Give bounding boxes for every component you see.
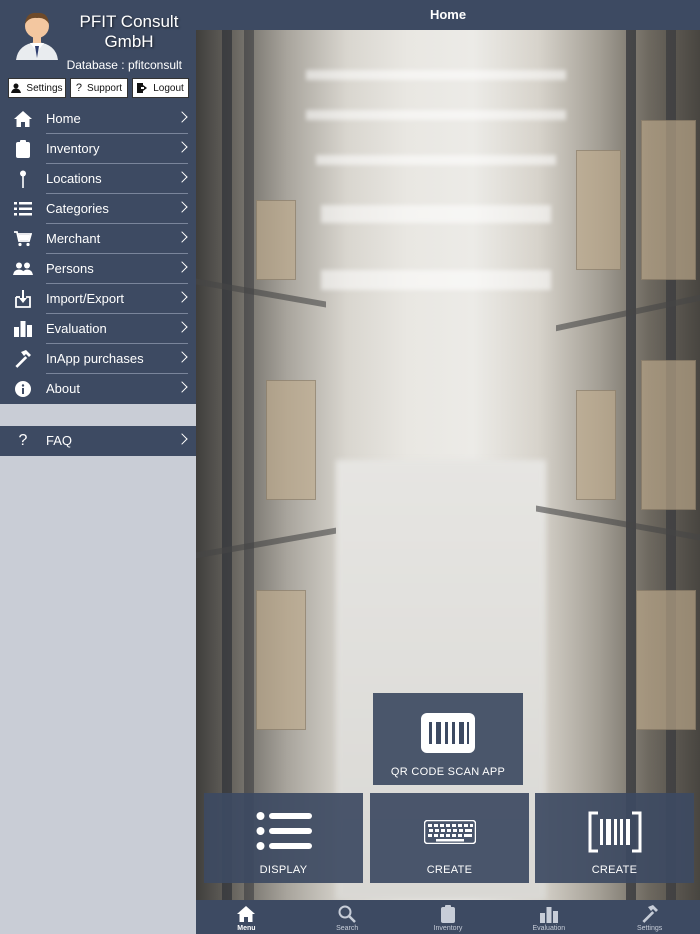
cart-icon bbox=[14, 231, 32, 247]
hammer-icon bbox=[642, 905, 658, 923]
tile-label: DISPLAY bbox=[259, 864, 308, 876]
settings-button[interactable]: Settings bbox=[8, 78, 66, 98]
tab-label: Search bbox=[336, 925, 359, 932]
clipboard-icon bbox=[16, 140, 30, 158]
menu-item-locations[interactable]: Locations bbox=[0, 164, 196, 194]
menu-item-label: Persons bbox=[46, 254, 188, 284]
tab-inventory[interactable]: Inventory bbox=[398, 900, 499, 934]
home-icon bbox=[237, 906, 256, 922]
support-button[interactable]: ? Support bbox=[70, 78, 128, 98]
menu-item-label: Locations bbox=[46, 164, 188, 194]
menu-item-label: Categories bbox=[46, 194, 188, 224]
menu-item-label: InApp purchases bbox=[46, 344, 188, 374]
profile-header: PFIT Consult GmbH Database : pfitconsult… bbox=[0, 0, 196, 104]
menu-item-about[interactable]: About bbox=[0, 374, 196, 404]
support-button-label: Support bbox=[87, 82, 123, 94]
info-icon bbox=[15, 381, 31, 397]
people-icon bbox=[13, 262, 33, 275]
settings-button-label: Settings bbox=[26, 82, 63, 94]
main-menu: Home Inventory Locations Categories Merc… bbox=[0, 104, 196, 404]
menu-item-home[interactable]: Home bbox=[0, 104, 196, 134]
menu-item-label: Home bbox=[46, 104, 188, 134]
menu-item-label: FAQ bbox=[46, 433, 73, 448]
menu-item-evaluation[interactable]: Evaluation bbox=[0, 314, 196, 344]
menu-item-categories[interactable]: Categories bbox=[0, 194, 196, 224]
menu-item-faq[interactable]: ? FAQ bbox=[0, 426, 196, 456]
display-tile[interactable]: DISPLAY bbox=[204, 793, 363, 883]
qr-code-scan-app-tile[interactable]: QR CODE SCAN APP bbox=[373, 693, 523, 785]
tab-search[interactable]: Search bbox=[297, 900, 398, 934]
bar-chart-icon bbox=[14, 321, 32, 337]
tab-label: Menu bbox=[237, 925, 256, 932]
menu-item-label: Import/Export bbox=[46, 284, 188, 314]
hammer-icon bbox=[15, 350, 31, 368]
barcode-icon bbox=[421, 713, 475, 753]
list-icon bbox=[256, 812, 312, 850]
menu-item-label: Evaluation bbox=[46, 314, 188, 344]
keyboard-icon bbox=[423, 820, 476, 844]
page-title: Home bbox=[196, 0, 700, 30]
user-icon bbox=[11, 83, 22, 93]
create-barcode-tile[interactable]: CREATE bbox=[535, 793, 694, 883]
tab-label: Inventory bbox=[433, 925, 463, 932]
main-content: Home QR CODE SCAN APP DISPLAY CREATE CRE… bbox=[196, 0, 700, 934]
create-manual-tile[interactable]: CREATE bbox=[370, 793, 529, 883]
logout-button-label: Logout bbox=[153, 82, 184, 94]
tab-menu[interactable]: Menu bbox=[196, 900, 297, 934]
tab-label: Evaluation bbox=[532, 925, 566, 932]
tab-settings[interactable]: Settings bbox=[599, 900, 700, 934]
clipboard-icon bbox=[440, 905, 455, 923]
tab-label: Settings bbox=[636, 925, 663, 932]
faq-section: ? FAQ bbox=[0, 426, 196, 456]
bar-chart-icon bbox=[539, 907, 558, 923]
tile-label: CREATE bbox=[591, 864, 638, 876]
list-icon bbox=[14, 202, 32, 216]
menu-item-inventory[interactable]: Inventory bbox=[0, 134, 196, 164]
pin-icon bbox=[20, 170, 26, 188]
barcode-scan-icon bbox=[588, 811, 641, 853]
bottom-tab-bar: Menu Search Inventory Evaluation Setting… bbox=[196, 900, 700, 934]
question-icon: ? bbox=[75, 81, 83, 94]
tile-label: QR CODE SCAN APP bbox=[390, 766, 506, 778]
logout-button[interactable]: Logout bbox=[132, 78, 189, 98]
menu-item-inapp-purchases[interactable]: InApp purchases bbox=[0, 344, 196, 374]
question-icon: ? bbox=[18, 432, 28, 449]
menu-item-label: Merchant bbox=[46, 224, 188, 254]
download-icon bbox=[15, 290, 31, 308]
menu-item-label: About bbox=[46, 381, 80, 396]
database-label: Database : pfitconsult bbox=[66, 58, 182, 72]
menu-item-persons[interactable]: Persons bbox=[0, 254, 196, 284]
menu-item-merchant[interactable]: Merchant bbox=[0, 224, 196, 254]
company-name: PFIT Consult GmbH bbox=[79, 12, 179, 51]
sidebar: PFIT Consult GmbH Database : pfitconsult… bbox=[0, 0, 196, 934]
menu-item-label: Inventory bbox=[46, 134, 188, 164]
avatar bbox=[16, 12, 58, 60]
home-icon bbox=[14, 111, 32, 127]
logout-icon bbox=[137, 83, 148, 93]
tab-evaluation[interactable]: Evaluation bbox=[498, 900, 599, 934]
search-icon bbox=[338, 905, 357, 923]
tile-label: CREATE bbox=[426, 864, 473, 876]
menu-item-import-export[interactable]: Import/Export bbox=[0, 284, 196, 314]
